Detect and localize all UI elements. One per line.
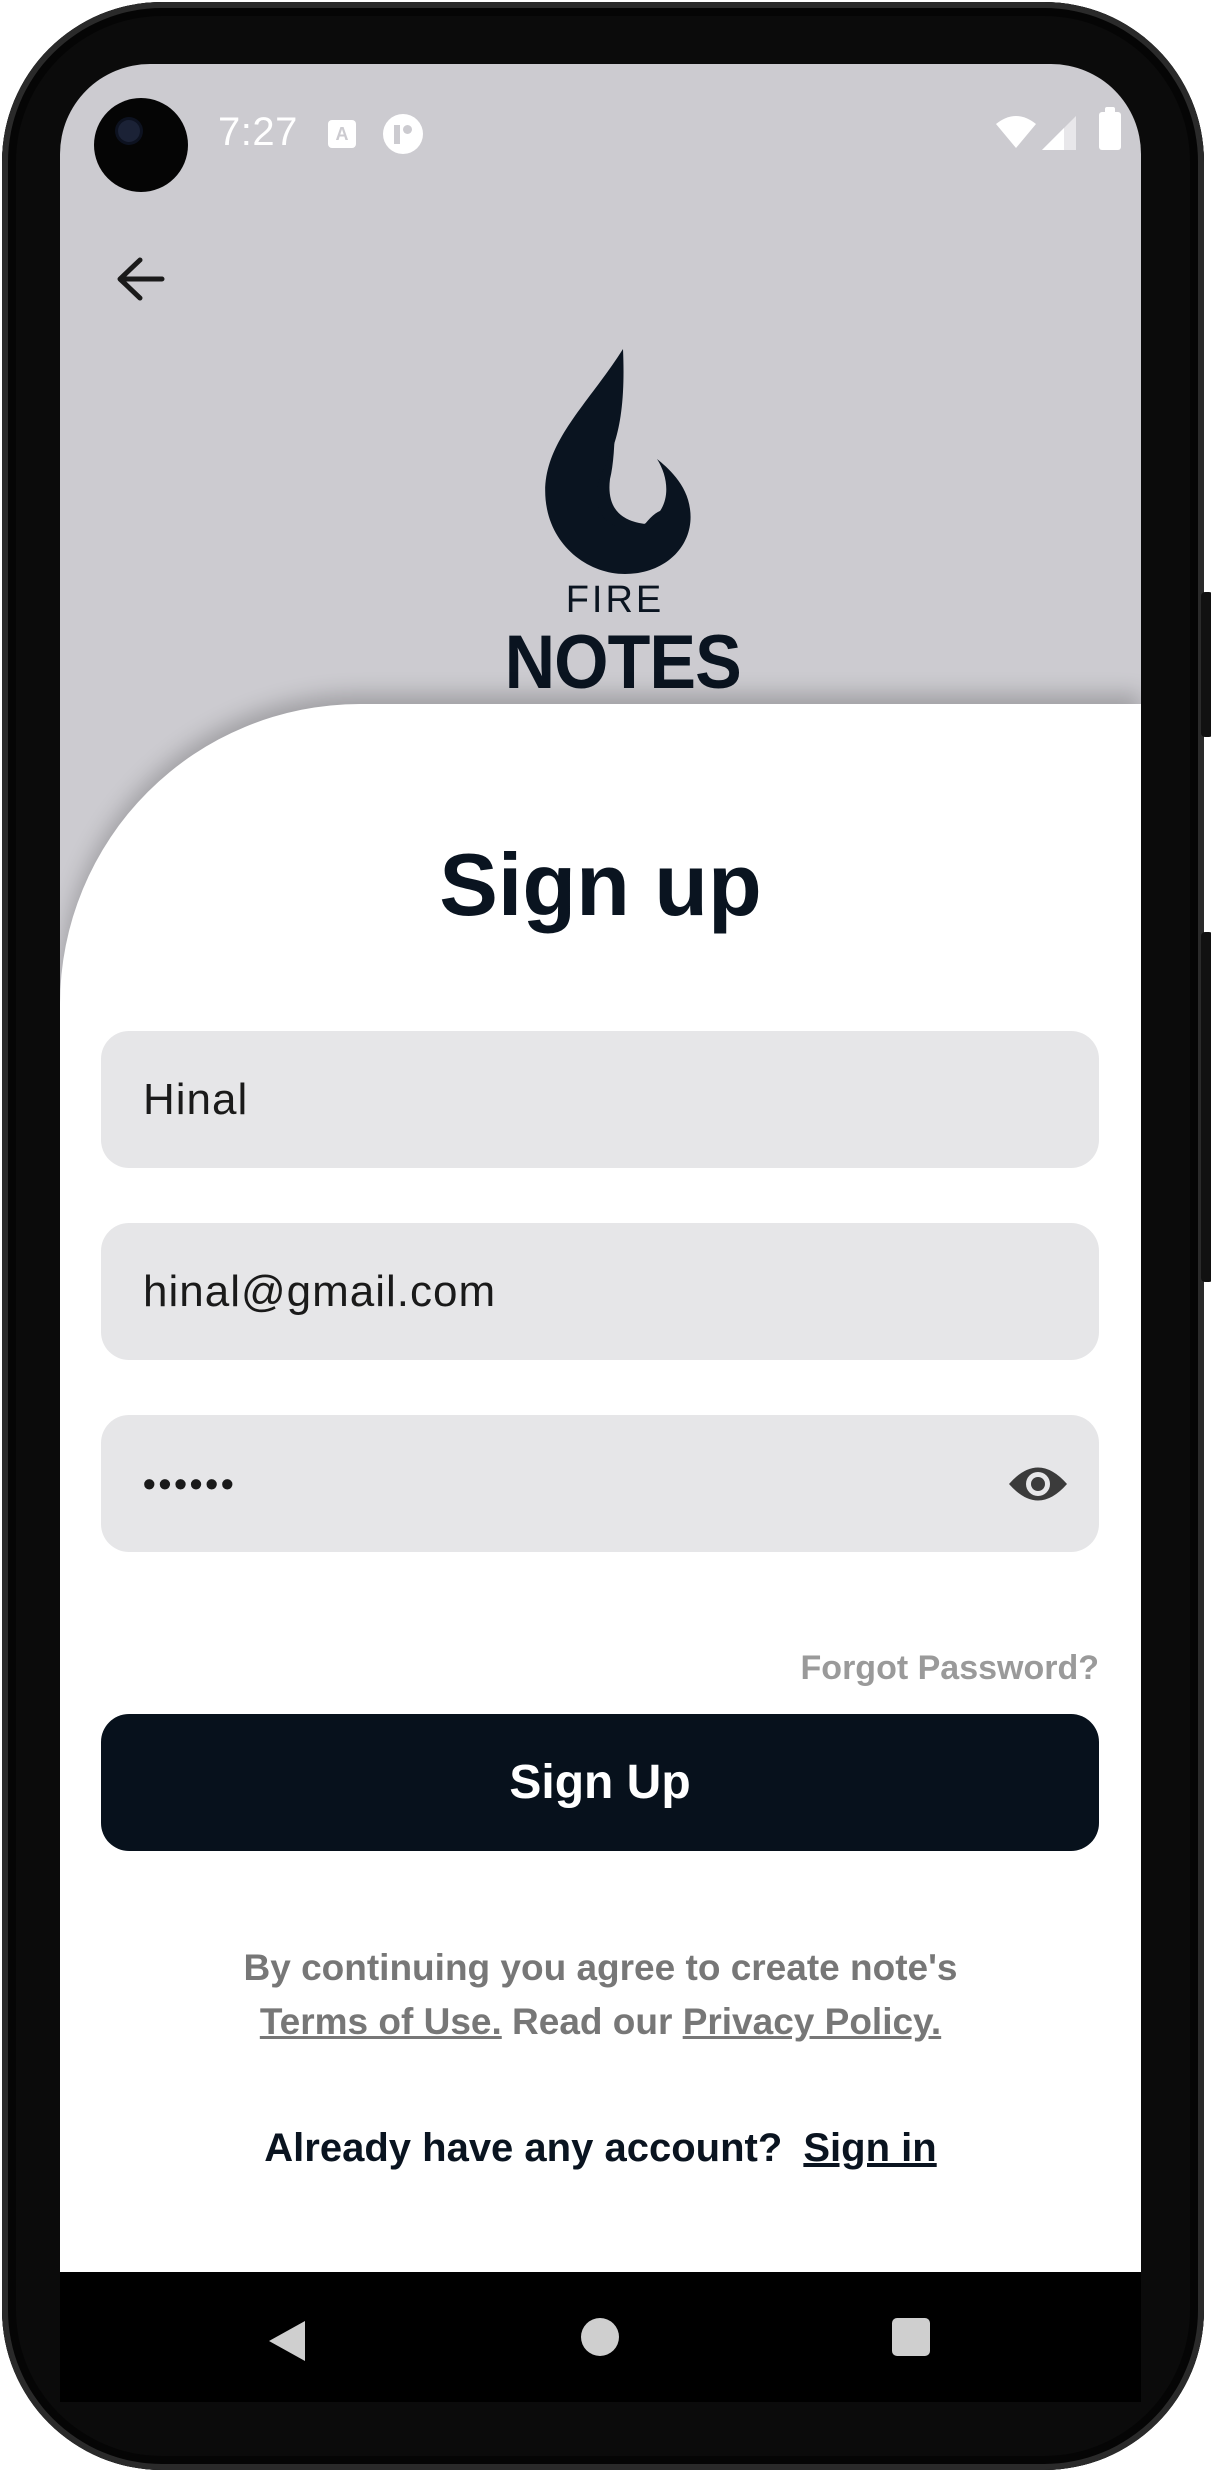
logo-word-fire: FIRE [565,579,665,621]
password-field[interactable] [101,1415,1099,1552]
app-logo: FIRE NOTES [495,349,742,709]
sign-in-prompt: Already have any account? [264,2126,783,2170]
system-nav-bar [60,2272,1141,2402]
password-input[interactable] [143,1415,1003,1552]
status-time: 7:27 [218,110,298,154]
terms-line-1: By continuing you agree to create note's [243,1947,958,1988]
email-field[interactable] [101,1223,1099,1360]
name-field[interactable] [101,1031,1099,1168]
name-input[interactable] [143,1031,1003,1168]
terms-middle-text: Read our [512,2001,673,2042]
app-notification-icon [383,114,423,154]
power-button [1201,592,1211,737]
nav-recents-icon[interactable] [892,2318,930,2356]
front-camera [94,98,188,192]
sign-up-button[interactable]: Sign Up [101,1714,1099,1851]
battery-icon [1099,107,1121,150]
wifi-icon [996,116,1036,148]
terms-text: By continuing you agree to create note's… [60,1941,1141,2049]
privacy-policy-link[interactable]: Privacy Policy. [683,2001,941,2042]
sign-in-link[interactable]: Sign in [803,2126,936,2170]
sign-in-row: Already have any account? Sign in [60,2126,1141,2171]
logo-word-notes: NOTES [504,620,742,705]
app-screen: 7:27 A FIRE NOTES Sign up Hinal hinal@gm… [60,64,1141,2272]
page-title: Sign up [439,835,762,934]
arrow-left-icon [117,257,165,301]
keyboard-icon: A [328,120,356,148]
email-input[interactable] [143,1223,1003,1360]
eye-icon[interactable] [1007,1459,1069,1509]
status-bar: 7:27 A [60,64,1141,199]
terms-line-2: Terms of Use. Read our Privacy Policy. [60,1995,1141,2049]
nav-back-icon[interactable] [267,2319,307,2363]
flame-icon [545,349,691,574]
forgot-password-link[interactable]: Forgot Password? [801,1649,1099,1688]
volume-button [1201,932,1211,1282]
terms-of-use-link[interactable]: Terms of Use. [260,2001,502,2042]
signal-icon [1042,116,1076,150]
back-button[interactable] [106,244,176,314]
nav-home-icon[interactable] [581,2318,619,2356]
